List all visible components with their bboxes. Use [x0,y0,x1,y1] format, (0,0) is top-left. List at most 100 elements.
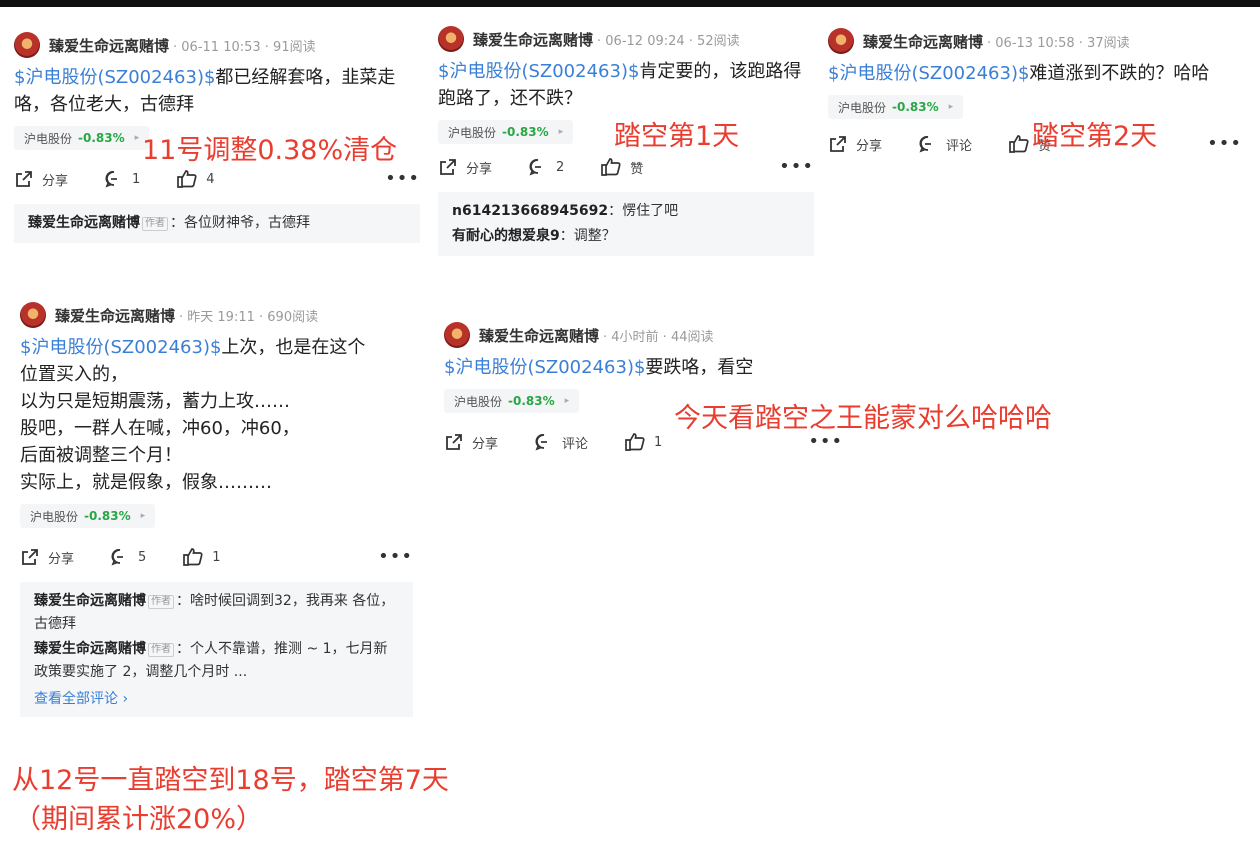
comment-preview[interactable]: 臻爱生命远离赌博 作者 ：各位财神爷，古德拜 [14,204,420,243]
comment-button[interactable]: 评论 [534,432,588,452]
stock-tag[interactable]: 沪电股份 -0.83% ▸ [444,389,580,413]
stock-link[interactable]: $沪电股份(SZ002463)$ [444,357,645,378]
stock-tag[interactable]: 沪电股份 -0.83% ▸ [828,95,964,119]
username[interactable]: 臻爱生命远离赌博 [49,35,169,56]
username[interactable]: 臻爱生命远离赌博 [863,31,983,52]
share-button[interactable]: 分享 [438,157,492,177]
comment-count: 5 [138,549,147,565]
stock-link[interactable]: $沪电股份(SZ002463)$ [20,337,221,358]
post-header: 臻爱生命远离赌博 · 06-11 10:53 · 91阅读 [14,30,420,60]
post-meta: · 06-11 10:53 · 91阅读 [173,39,316,55]
comment-label: 评论 [946,138,973,154]
more-icon[interactable]: ••• [378,548,413,566]
stock-link[interactable]: $沪电股份(SZ002463)$ [14,67,215,88]
stock-tag-change: -0.83% [502,125,549,139]
share-label: 分享 [42,173,69,189]
post-text: 上次，也是在这个 [221,337,366,358]
comment-item: 有耐心的想爱泉9：调整？ [452,225,800,248]
username[interactable]: 臻爱生命远离赌博 [479,325,599,346]
username[interactable]: 臻爱生命远离赌博 [473,29,593,50]
comment-user[interactable]: 臻爱生命远离赌博 [28,215,140,231]
annotation-sell-note: 11号调整0.38%清仓 [142,135,398,166]
chevron-right-icon: ▸ [140,511,146,521]
post-line: 后面被调整三个月！ [20,445,182,466]
more-icon[interactable]: ••• [1207,135,1242,153]
author-badge: 作者 [148,595,174,609]
annotation-day1: 踏空第1天 [614,121,740,152]
like-button[interactable]: 赞 [600,157,643,177]
comment-user[interactable]: 臻爱生命远离赌博 [34,641,146,657]
avatar[interactable] [828,28,854,54]
share-button[interactable]: 分享 [444,432,498,452]
stock-tag[interactable]: 沪电股份 -0.83% ▸ [20,504,156,528]
post-line: 以为只是短期震荡，蓄力上攻…… [20,391,290,412]
comment-text: ：愣住了吧 [608,203,679,219]
post-text: 要跌咯，看空 [645,357,754,378]
author-badge: 作者 [142,217,168,231]
stock-tag[interactable]: 沪电股份 -0.83% ▸ [14,126,150,150]
share-icon [830,136,846,152]
comment-button[interactable]: 1 [104,169,140,189]
like-button[interactable]: 1 [624,432,662,452]
post-line: 实际上，就是假象，假象……… [20,472,272,493]
comment-user[interactable]: n614213668945692 [452,203,608,219]
post-line: 位置买入的， [20,364,128,385]
stock-link[interactable]: $沪电股份(SZ002463)$ [438,61,639,82]
post-body: $沪电股份(SZ002463)$都已经解套咯，韭菜走咯，各位老大，古德拜 [14,64,420,118]
chevron-right-icon: ▸ [564,396,570,406]
post-header: 臻爱生命远离赌博 · 4小时前 · 44阅读 [444,320,864,350]
comment-text: ：调整？ [559,228,616,244]
more-icon[interactable]: ••• [779,158,814,176]
stock-tag-change: -0.83% [508,394,555,408]
comment-icon [535,434,548,451]
like-icon [601,158,621,176]
comment-user[interactable]: 有耐心的想爱泉9 [452,228,560,244]
see-all-label: 查看全部评论 [34,691,118,707]
share-button[interactable]: 分享 [828,134,882,154]
post-card: 臻爱生命远离赌博 · 昨天 19:11 · 690阅读 $沪电股份(SZ0024… [20,300,413,717]
post-meta: · 06-12 09:24 · 52阅读 [597,33,740,49]
post-actions: 分享 2 赞 ••• [438,152,814,182]
see-all-comments-link[interactable]: 查看全部评论 › [34,688,399,711]
share-label: 分享 [856,138,883,154]
comment-label: 评论 [562,436,589,452]
comment-count: 1 [132,171,141,187]
avatar[interactable] [14,32,40,58]
post-body: $沪电股份(SZ002463)$肯定要的，该跑路得跑路了，还不跌？ [438,58,814,112]
comment-button[interactable]: 评论 [918,134,972,154]
post-header: 臻爱生命远离赌博 · 昨天 19:11 · 690阅读 [20,300,413,330]
comment-preview[interactable]: n614213668945692：愣住了吧 有耐心的想爱泉9：调整？ [438,192,814,256]
more-icon[interactable]: ••• [808,433,843,451]
chevron-right-icon: ▸ [558,127,564,137]
comment-button[interactable]: 2 [528,157,564,177]
share-label: 分享 [472,436,499,452]
post-text: 难道涨到不跌的？哈哈 [1029,63,1210,84]
share-button[interactable]: 分享 [20,547,74,567]
comment-preview[interactable]: 臻爱生命远离赌博 作者 ：啥时候回调到32，我再来 各位，古德拜 臻爱生命远离赌博作… [20,582,413,717]
like-button[interactable]: 1 [182,547,221,567]
avatar[interactable] [20,302,46,328]
comment-item: 臻爱生命远离赌博 作者 ：啥时候回调到32，我再来 各位，古德拜 [34,590,399,636]
like-button[interactable]: 4 [176,169,215,189]
post-body: $沪电股份(SZ002463)$上次，也是在这个 位置买入的， 以为只是短期震荡… [20,334,413,496]
share-button[interactable]: 分享 [14,169,68,189]
stock-tag-change: -0.83% [84,509,131,523]
comment-user[interactable]: 臻爱生命远离赌博 [34,593,146,609]
comment-count: 2 [556,159,565,175]
comment-icon [529,159,542,176]
comment-button[interactable]: 5 [110,547,146,567]
more-icon[interactable]: ••• [385,170,420,188]
comment-item: 臻爱生命远离赌博 作者 ：各位财神爷，古德拜 [28,212,406,235]
stock-tag-name: 沪电股份 [454,394,503,409]
comment-item: n614213668945692：愣住了吧 [452,200,800,223]
top-bar [0,0,1260,7]
username[interactable]: 臻爱生命远离赌博 [55,305,175,326]
avatar[interactable] [444,322,470,348]
avatar[interactable] [438,26,464,52]
post-meta: · 4小时前 · 44阅读 [603,329,714,345]
stock-tag[interactable]: 沪电股份 -0.83% ▸ [438,120,574,144]
annotation-summary-line2: （期间累计涨20%） [14,804,264,835]
stock-link[interactable]: $沪电股份(SZ002463)$ [828,63,1029,84]
stock-tag-change: -0.83% [892,100,939,114]
like-icon [1009,135,1029,153]
